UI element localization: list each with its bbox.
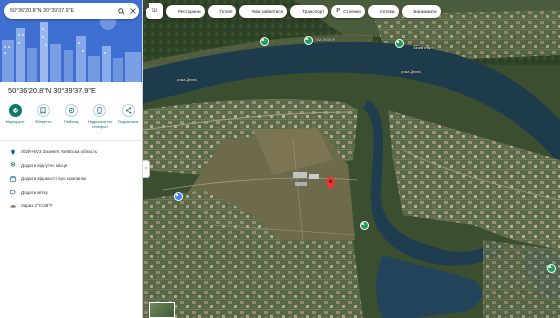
chip-restaurants[interactable]: Ресторани [144, 3, 205, 18]
nearby-button[interactable]: Поблизу [59, 104, 85, 129]
pharmacy-icon [143, 3, 378, 14]
close-icon[interactable] [127, 4, 139, 18]
chip-things-to-do[interactable]: Чим зайнятися [143, 4, 288, 18]
park-marker-icon[interactable] [305, 37, 312, 44]
add-place-text: Додати відсутнє місце [21, 162, 68, 168]
chip-transit-label: Транспорт [302, 8, 325, 14]
add-label-text: Додати мітку [21, 189, 48, 195]
transit-icon [143, 3, 300, 14]
park-marker-icon[interactable] [261, 38, 268, 45]
search-box[interactable]: 50°36'20.8"N 30°39'37.9"E [4, 3, 139, 19]
chip-hotels[interactable]: Готелі [143, 3, 237, 18]
layers-label: Ш [152, 8, 157, 14]
share-icon [121, 104, 135, 117]
chip-restaurants-label: Ресторани [178, 8, 201, 14]
business-icon [9, 175, 16, 182]
nearby-label: Поблизу [63, 119, 80, 124]
directions-button[interactable]: Маршрути [2, 104, 28, 129]
side-panel: 50°36'20.8"N 30°39'37.9"E 50°36'20.8"N 3… [0, 0, 143, 318]
chip-transit[interactable]: Транспорт [143, 3, 329, 18]
save-label: Зберегти [35, 119, 52, 124]
river-label-north: річка Десна [177, 78, 197, 82]
weather-text: Зараз 2°С/38°F [21, 203, 53, 209]
plus-code-text: ЛіЗЙ+6V3 Зазим'я, Київська область [21, 149, 98, 155]
nearby-icon [65, 104, 78, 117]
chip-hotels-label: Готелі [219, 8, 233, 14]
add-label-row[interactable]: Додати мітку [0, 186, 142, 200]
chip-pharmacies-label: Аптеки [379, 8, 395, 14]
layer-thumbnail[interactable] [149, 302, 175, 318]
chevron-left-icon: ‹ [145, 166, 147, 172]
map-filter-bar: Ш Ресторани Готелі Чим зайнятися Транспо… [143, 3, 560, 19]
parking-icon: P [336, 8, 341, 14]
save-button[interactable]: Зберегти [30, 104, 56, 129]
attraction-marker-icon[interactable] [396, 40, 403, 47]
restaurant-icon [144, 3, 176, 14]
place-title: 50°36'20.8"N 30°39'37.9"E [8, 86, 96, 95]
place-marker-icon[interactable] [175, 193, 182, 200]
directions-label: Маршрути [5, 119, 25, 124]
chip-atms-label: Банкомати [413, 8, 437, 14]
park-marker-icon[interactable] [548, 265, 555, 272]
send-to-phone-button[interactable]: Надіслати на телефон [87, 104, 113, 129]
share-button[interactable]: Поділитися [115, 104, 141, 129]
label-icon [9, 189, 16, 196]
chip-atms[interactable]: Банкомати [143, 3, 441, 18]
place-label-right: Зазим'я Арт [413, 46, 433, 50]
camera-icon [143, 4, 249, 14]
info-list: ЛіЗЙ+6V3 Зазим'я, Київська область Додат… [0, 145, 142, 213]
hotel-icon [143, 3, 218, 14]
weather-row: Зараз 2°С/38°F [0, 199, 142, 213]
add-business-text: Додати відомості про компанію [21, 176, 87, 182]
chip-parking[interactable]: P Стоянки [331, 4, 365, 18]
add-business-row[interactable]: Додати відомості про компанію [0, 172, 142, 186]
satellite-imagery [143, 0, 560, 318]
bookmark-icon [36, 104, 50, 117]
chip-things-to-do-label: Чим зайнятися [251, 8, 284, 14]
location-pin-icon[interactable] [326, 177, 335, 190]
action-buttons: Маршрути Зберегти Поблизу Надіслати на т… [2, 104, 141, 129]
search-input[interactable]: 50°36'20.8"N 30°39'37.9"E [10, 8, 115, 14]
directions-icon [8, 104, 22, 117]
phone-icon [93, 104, 107, 117]
place-label-top: ТАК ПЕЙЛЯ [315, 38, 336, 42]
weather-icon [9, 202, 16, 209]
chip-pharmacies[interactable]: Аптеки [143, 3, 399, 18]
collapse-panel-button[interactable]: ‹ [143, 160, 150, 178]
search-icon[interactable] [115, 4, 127, 18]
park-marker-icon[interactable] [361, 222, 368, 229]
send-to-phone-label: Надіслати на телефон [87, 119, 112, 129]
chip-parking-label: Стоянки [343, 8, 361, 14]
share-label: Поділитися [117, 119, 139, 124]
plus-code-icon [9, 148, 16, 155]
add-place-row[interactable]: Додати відсутнє місце [0, 159, 142, 173]
add-place-icon [9, 162, 16, 169]
divider [0, 140, 142, 141]
plus-code-row[interactable]: ЛіЗЙ+6V3 Зазим'я, Київська область [0, 145, 142, 159]
river-label-south: річка Десна [401, 70, 421, 74]
atm-icon [143, 3, 412, 14]
map-canvas[interactable]: Ш Ресторани Готелі Чим зайнятися Транспо… [143, 0, 560, 318]
